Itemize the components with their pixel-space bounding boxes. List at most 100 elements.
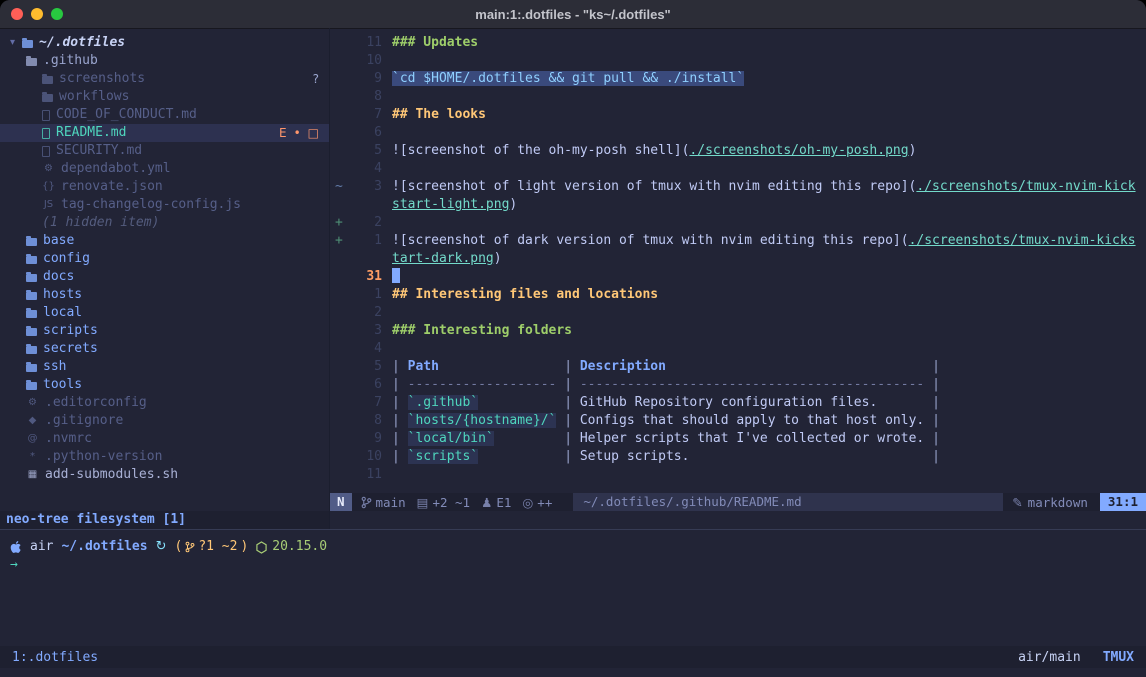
editor-line[interactable]: 11 <box>330 466 1146 484</box>
tree-item-base[interactable]: base <box>0 232 329 250</box>
text-segment: | <box>932 359 940 374</box>
text-segment <box>494 431 564 446</box>
tree-item-hosts[interactable]: hosts <box>0 286 329 304</box>
link-text[interactable]: tart-dark.png <box>392 251 494 266</box>
titlebar: main:1:.dotfiles - "ks~/.dotfiles" <box>0 0 1146 29</box>
tree-item-tools[interactable]: tools <box>0 376 329 394</box>
gutter: 1 <box>330 286 382 304</box>
link-text[interactable]: ./screenshots/tmux-nvim-kicks <box>909 233 1136 248</box>
expander-icon[interactable]: ▾ <box>10 34 22 52</box>
editor-line[interactable]: +2 <box>330 214 1146 232</box>
editor-line[interactable]: 6 <box>330 124 1146 142</box>
tree-item-label: ssh <box>43 358 66 376</box>
editor-line[interactable]: 5![screenshot of the oh-my-posh shell](.… <box>330 142 1146 160</box>
tree-item-scripts[interactable]: scripts <box>0 322 329 340</box>
link-text[interactable]: ./screenshots/tmux-nvim-kick <box>916 179 1135 194</box>
folder-icon <box>26 382 37 390</box>
minimize-button[interactable] <box>31 8 43 20</box>
editor-line[interactable]: start-light.png) <box>330 196 1146 214</box>
editor-line[interactable]: 1## Interesting files and locations <box>330 286 1146 304</box>
tree-item-readme-md[interactable]: README.mdE•□ <box>0 124 329 142</box>
gutter: 4 <box>330 340 382 358</box>
file-type-icon: {} <box>42 178 55 196</box>
neo-tree-statusline: neo-tree filesystem [1] <box>0 511 329 529</box>
tree-item-label: base <box>43 232 74 250</box>
extra-segment: ◎ ++ <box>522 495 552 510</box>
status-badge: E <box>279 124 287 142</box>
tree-item-label: hosts <box>43 286 82 304</box>
tree-item-code-of-conduct-md[interactable]: CODE_OF_CONDUCT.md <box>0 106 329 124</box>
prompt-arrow: → <box>10 556 18 574</box>
editor-pane: 11### Updates109`cd $HOME/.dotfiles && g… <box>330 28 1146 529</box>
editor-line[interactable]: 9| `local/bin` | Helper scripts that I'v… <box>330 430 1146 448</box>
gutter: 8 <box>330 88 382 106</box>
tree-item-screenshots[interactable]: screenshots? <box>0 70 329 88</box>
tree-item-editorconfig[interactable]: ⚙.editorconfig <box>0 394 329 412</box>
editor-line[interactable]: 11### Updates <box>330 34 1146 52</box>
gutter: 11 <box>330 34 382 52</box>
editor-line[interactable]: 2 <box>330 304 1146 322</box>
shell-prompt-line: air ~/.dotfiles ↻ (?1 ~2) 20.15.0 <box>10 538 1146 556</box>
editor-line[interactable]: +1![screenshot of dark version of tmux w… <box>330 232 1146 250</box>
link-text[interactable]: start-light.png <box>392 197 509 212</box>
tree-item-docs[interactable]: docs <box>0 268 329 286</box>
tmux-window-tab[interactable]: 1:.dotfiles <box>12 650 98 665</box>
editor-buffer[interactable]: 11### Updates109`cd $HOME/.dotfiles && g… <box>330 28 1146 493</box>
tree-item-config[interactable]: config <box>0 250 329 268</box>
tree-item-local[interactable]: local <box>0 304 329 322</box>
git-sign <box>330 376 346 394</box>
folder-icon <box>22 40 33 48</box>
line-number: 6 <box>346 376 382 394</box>
git-sign <box>330 430 346 448</box>
editor-line[interactable]: 8| `hosts/{hostname}/` | Configs that sh… <box>330 412 1146 430</box>
tree-item-nvmrc[interactable]: @.nvmrc <box>0 430 329 448</box>
tree-item-renovate-json[interactable]: {}renovate.json <box>0 178 329 196</box>
tree-item-add-submodules-sh[interactable]: ▦add-submodules.sh <box>0 466 329 484</box>
editor-line[interactable]: tart-dark.png) <box>330 250 1146 268</box>
editor-line[interactable]: 7| `.github` | GitHub Repository configu… <box>330 394 1146 412</box>
tree-item-secrets[interactable]: secrets <box>0 340 329 358</box>
editor-line[interactable]: 7## The looks <box>330 106 1146 124</box>
editor-line[interactable]: 9`cd $HOME/.dotfiles && git pull && ./in… <box>330 70 1146 88</box>
text-segment: | <box>392 395 408 410</box>
tree-item-tag-changelog-config-js[interactable]: JStag-changelog-config.js <box>0 196 329 214</box>
editor-line[interactable]: 8 <box>330 88 1146 106</box>
editor-line[interactable]: 6| ------------------- | ---------------… <box>330 376 1146 394</box>
tree-item-python-version[interactable]: *.python-version <box>0 448 329 466</box>
link-text[interactable]: ./screenshots/oh-my-posh.png <box>689 143 908 158</box>
tree-item-1-hidden-item[interactable]: (1 hidden item) <box>0 214 329 232</box>
tree-item-gitignore[interactable]: ◆.gitignore <box>0 412 329 430</box>
text-segment: Configs that should apply to that host o… <box>580 413 932 428</box>
git-status-badges: E•□ <box>279 124 329 142</box>
editor-line[interactable]: 4 <box>330 160 1146 178</box>
line-content <box>382 160 392 178</box>
tree-item-github[interactable]: .github <box>0 52 329 70</box>
close-button[interactable] <box>11 8 23 20</box>
file-tree: ▾~/.dotfiles.githubscreenshots?workflows… <box>0 28 329 511</box>
command-line[interactable] <box>330 511 1146 529</box>
tree-item-dependabot-yml[interactable]: ⚙dependabot.yml <box>0 160 329 178</box>
status-badge: □ <box>308 124 319 142</box>
editor-line[interactable]: 4 <box>330 340 1146 358</box>
shell-pane[interactable]: air ~/.dotfiles ↻ (?1 ~2) 20.15.0 → <box>0 529 1146 643</box>
text-segment: | <box>564 377 580 392</box>
editor-line[interactable]: 10| `scripts` | Setup scripts. | <box>330 448 1146 466</box>
tree-item-workflows[interactable]: workflows <box>0 88 329 106</box>
shell-input-line[interactable]: → <box>10 556 1146 574</box>
zoom-button[interactable] <box>51 8 63 20</box>
line-number: 1 <box>346 286 382 304</box>
text-segment: | <box>932 431 940 446</box>
editor-line[interactable]: 5| Path | Description | <box>330 358 1146 376</box>
line-content: tart-dark.png) <box>382 250 502 268</box>
editor-line[interactable]: ~3![screenshot of light version of tmux … <box>330 178 1146 196</box>
file-type-icon: ▦ <box>26 466 39 484</box>
tree-item-security-md[interactable]: SECURITY.md <box>0 142 329 160</box>
editor-line[interactable]: 3### Interesting folders <box>330 322 1146 340</box>
editor-line[interactable]: 31 <box>330 268 1146 286</box>
text-segment: | <box>392 449 408 464</box>
gutter: 9 <box>330 430 382 448</box>
gutter: 5 <box>330 142 382 160</box>
editor-line[interactable]: 10 <box>330 52 1146 70</box>
tree-item-dotfiles[interactable]: ▾~/.dotfiles <box>0 34 329 52</box>
tree-item-ssh[interactable]: ssh <box>0 358 329 376</box>
